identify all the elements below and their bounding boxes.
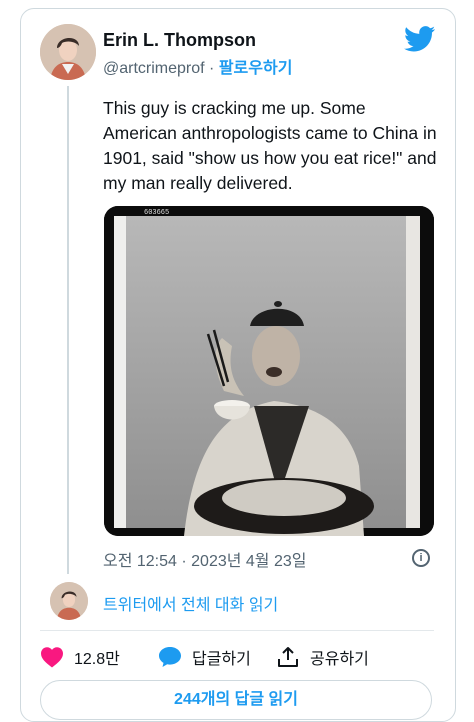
like-button[interactable]: 12.8만 [40, 644, 120, 670]
author-handle[interactable]: @artcrimeprof [103, 60, 205, 77]
reader-avatar [50, 582, 88, 620]
handle-separator: · [209, 60, 215, 77]
photo-negative-number: 603665 [144, 209, 169, 217]
reply-bubble-icon [159, 647, 181, 667]
twitter-bird-icon[interactable] [404, 26, 436, 52]
share-label: 공유하기 [310, 651, 369, 668]
follow-button[interactable]: 팔로우하기 [219, 60, 293, 77]
share-icon [278, 647, 298, 667]
like-count: 12.8만 [74, 651, 120, 668]
share-button[interactable]: 공유하기 [276, 644, 369, 670]
heart-icon [41, 647, 63, 668]
tweet-embed-page: Erin L. Thompson @artcrimeprof · 팔로우하기 T… [0, 0, 474, 722]
info-icon[interactable]: i [412, 549, 430, 567]
author-name[interactable]: Erin L. Thompson [103, 30, 256, 51]
tweet-photo[interactable]: 603665 [104, 206, 434, 536]
divider [40, 630, 434, 631]
tweet-text: This guy is cracking me up. Some America… [103, 98, 437, 193]
thread-line [67, 86, 69, 574]
reply-label: 답글하기 [192, 651, 251, 668]
tweet-timestamp[interactable]: 오전 12:54 · 2023년 4월 23일 [103, 547, 306, 571]
reply-button[interactable]: 답글하기 [158, 644, 251, 670]
read-full-conversation-link[interactable]: 트위터에서 전체 대화 읽기 [103, 591, 278, 615]
author-avatar[interactable] [40, 24, 96, 80]
author-handle-row: @artcrimeprof · 팔로우하기 [103, 54, 292, 78]
read-replies-button[interactable]: 244개의 답글 읽기 [40, 680, 432, 720]
